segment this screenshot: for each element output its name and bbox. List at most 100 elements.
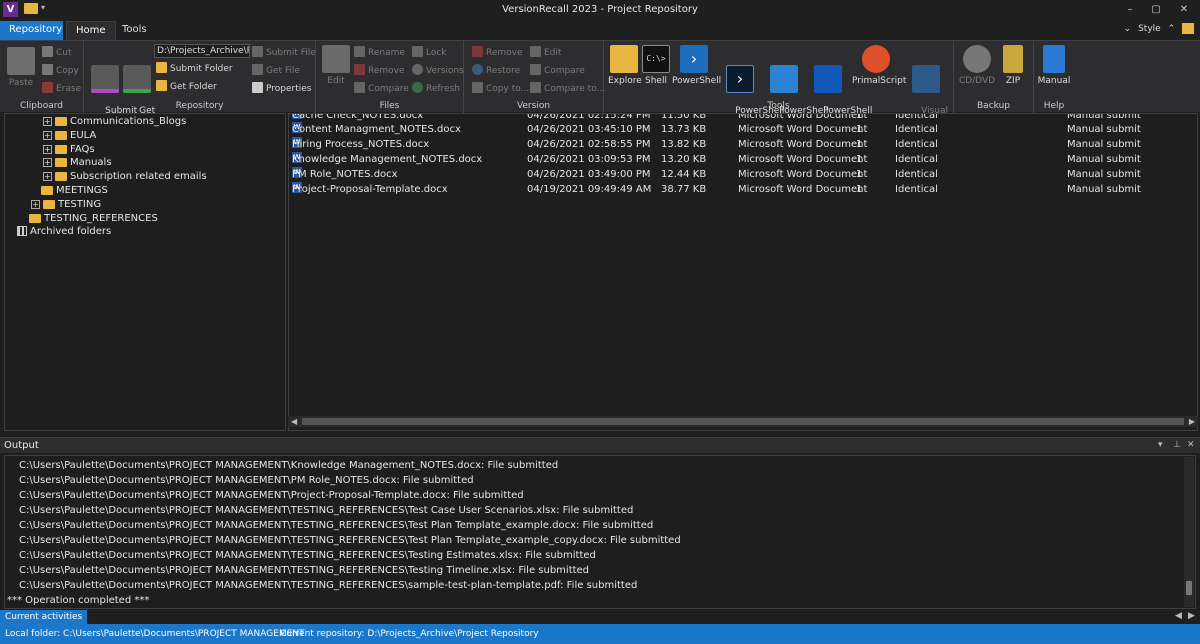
help-icon[interactable] xyxy=(1182,23,1194,34)
group-label-files: Files xyxy=(379,101,400,111)
clipboard-icon xyxy=(7,47,35,75)
expand-icon[interactable]: + xyxy=(43,144,52,154)
versions-icon xyxy=(412,64,423,75)
scrollbar-thumb[interactable] xyxy=(302,418,1184,425)
expand-icon[interactable]: + xyxy=(43,157,52,167)
status-local-folder: Local folder: C:\Users\Paulette\Document… xyxy=(5,629,305,639)
output-close-icon[interactable]: ✕ xyxy=(1187,440,1195,450)
expand-icon[interactable]: + xyxy=(43,116,52,126)
files-edit-button[interactable]: Edit xyxy=(320,45,352,86)
lock-icon xyxy=(412,46,423,57)
tree-item[interactable]: MEETINGS xyxy=(41,184,108,198)
tab-current-activities[interactable]: Current activities xyxy=(0,610,88,624)
submit-all-icon xyxy=(91,65,119,93)
manual-button[interactable]: Manual xyxy=(1036,45,1072,86)
version-remove-button[interactable]: Remove xyxy=(472,46,523,58)
table-row[interactable]: W Knowledge Management_NOTES.docx 04/26/2… xyxy=(289,152,1189,167)
expand-icon[interactable]: + xyxy=(43,171,52,181)
properties-button[interactable]: Properties xyxy=(252,82,311,94)
title-bar: V ▾ VersionRecall 2023 - Project Reposit… xyxy=(0,0,1200,20)
minimize-button[interactable]: – xyxy=(1120,2,1140,18)
submit-file-button[interactable]: Submit File xyxy=(252,46,316,58)
output-line: C:\Users\Paulette\Documents\PROJECT MANA… xyxy=(19,550,596,561)
operation-completed-line: *** Operation completed *** xyxy=(7,595,150,606)
output-dropdown-icon[interactable]: ▾ xyxy=(1158,440,1163,450)
table-row[interactable]: W PM Role_NOTES.docx 04/26/2021 03:49:00 … xyxy=(289,167,1189,182)
table-row[interactable]: W Hiring Process_NOTES.docx 04/26/2021 02… xyxy=(289,137,1189,152)
cd-dvd-button[interactable]: CD/DVD xyxy=(958,45,996,86)
folder-icon xyxy=(41,185,53,195)
folder-down-icon xyxy=(156,80,167,91)
rename-button[interactable]: Rename xyxy=(354,46,405,58)
folder-icon xyxy=(55,171,67,181)
powershell-button[interactable]: › PowerShell xyxy=(672,45,721,86)
expand-icon[interactable]: + xyxy=(43,130,52,140)
horizontal-scrollbar[interactable]: ◀ ▶ xyxy=(288,416,1198,427)
folder-tree[interactable]: + Communications_Blogs + EULA + FAQs + Manua… xyxy=(4,113,286,431)
zip-button[interactable]: ZIP xyxy=(998,45,1028,86)
restore-version-button[interactable]: Restore xyxy=(472,64,520,76)
restore-button[interactable]: ▢ xyxy=(1146,2,1166,18)
copy-to-icon xyxy=(472,82,483,93)
ribbon-tab-row: Repository Home Tools ⌄ Style ⌃ xyxy=(0,20,1200,40)
get-all-icon xyxy=(123,65,151,93)
copy-to-button[interactable]: Copy to... xyxy=(472,82,529,94)
tab-home[interactable]: Home xyxy=(66,21,116,40)
tree-item[interactable]: + Subscription related emails xyxy=(43,170,207,184)
version-remove-icon xyxy=(472,46,483,57)
version-edit-button[interactable]: Edit xyxy=(530,46,561,58)
tree-item[interactable]: Archived folders xyxy=(17,225,111,239)
table-row[interactable]: W Project-Proposal-Template.docx 04/19/20… xyxy=(289,182,1189,197)
files-compare-button[interactable]: Compare xyxy=(354,82,409,94)
refresh-button[interactable]: Refresh xyxy=(412,82,460,94)
style-menu[interactable]: ⌄ Style ⌃ xyxy=(1120,23,1194,34)
tree-item[interactable]: + TESTING xyxy=(31,198,101,212)
file-list[interactable]: W Cache Check_NOTES.docx 04/26/2021 02:15… xyxy=(288,113,1198,431)
expand-icon[interactable]: + xyxy=(31,199,40,209)
tree-item[interactable]: + EULA xyxy=(43,129,96,143)
scroll-right-icon[interactable]: ▶ xyxy=(1189,416,1195,427)
scrollbar-thumb[interactable] xyxy=(1186,581,1192,595)
scroll-left-icon[interactable]: ◀ xyxy=(291,416,297,427)
lock-button[interactable]: Lock xyxy=(412,46,447,58)
group-label-version: Version xyxy=(516,101,551,111)
table-row[interactable]: W Content Managment_NOTES.docx 04/26/2021… xyxy=(289,122,1189,137)
compare-to-button[interactable]: Compare to... xyxy=(530,82,605,94)
ribbon-group-files: Edit Rename Remove Compare Lock Versions… xyxy=(316,41,464,113)
output-line: C:\Users\Paulette\Documents\PROJECT MANA… xyxy=(19,520,654,531)
get-file-button[interactable]: Get File xyxy=(252,64,300,76)
submit-folder-button[interactable]: Submit Folder xyxy=(156,62,233,74)
tab-next-icon[interactable]: ▶ xyxy=(1188,611,1195,621)
tab-prev-icon[interactable]: ◀ xyxy=(1175,611,1182,621)
tab-repository[interactable]: Repository xyxy=(0,21,63,40)
vertical-scrollbar[interactable] xyxy=(1184,457,1194,607)
tree-item[interactable]: TESTING_REFERENCES xyxy=(29,212,158,226)
edit-file-icon xyxy=(322,45,350,73)
close-button[interactable]: ✕ xyxy=(1174,2,1194,18)
cut-button[interactable]: Cut xyxy=(42,46,72,58)
ribbon-pin-icon[interactable]: ⌃ xyxy=(1168,24,1176,34)
tree-item[interactable]: + Communications_Blogs xyxy=(43,115,186,129)
copy-button[interactable]: Copy xyxy=(42,64,79,76)
paste-button[interactable]: Paste xyxy=(6,47,36,88)
explore-button[interactable]: Explore xyxy=(608,45,642,86)
shell-button[interactable]: C:\> Shell xyxy=(642,45,670,86)
pin-icon[interactable]: ⊥ xyxy=(1173,440,1181,450)
files-remove-button[interactable]: Remove xyxy=(354,64,405,76)
erase-icon xyxy=(42,82,53,93)
copy-icon xyxy=(42,64,53,75)
tree-item[interactable]: + Manuals xyxy=(43,156,112,170)
primalscript-button[interactable]: PrimalScript xyxy=(852,45,906,86)
get-folder-button[interactable]: Get Folder xyxy=(156,80,217,92)
output-log[interactable]: C:\Users\Paulette\Documents\PROJECT MANA… xyxy=(4,455,1196,609)
version-compare-button[interactable]: Compare xyxy=(530,64,585,76)
group-label-help: Help xyxy=(1043,101,1065,111)
erase-button[interactable]: Erase xyxy=(42,82,81,94)
output-line: C:\Users\Paulette\Documents\PROJECT MANA… xyxy=(19,535,681,546)
repository-path-combo[interactable]: D:\Projects_Archive\P xyxy=(154,44,250,58)
tab-tools[interactable]: Tools xyxy=(113,21,156,40)
tree-item[interactable]: + FAQs xyxy=(43,143,95,157)
versions-button[interactable]: Versions xyxy=(412,64,464,76)
file-up-icon xyxy=(252,46,263,57)
status-bar: Local folder: C:\Users\Paulette\Document… xyxy=(0,624,1200,644)
